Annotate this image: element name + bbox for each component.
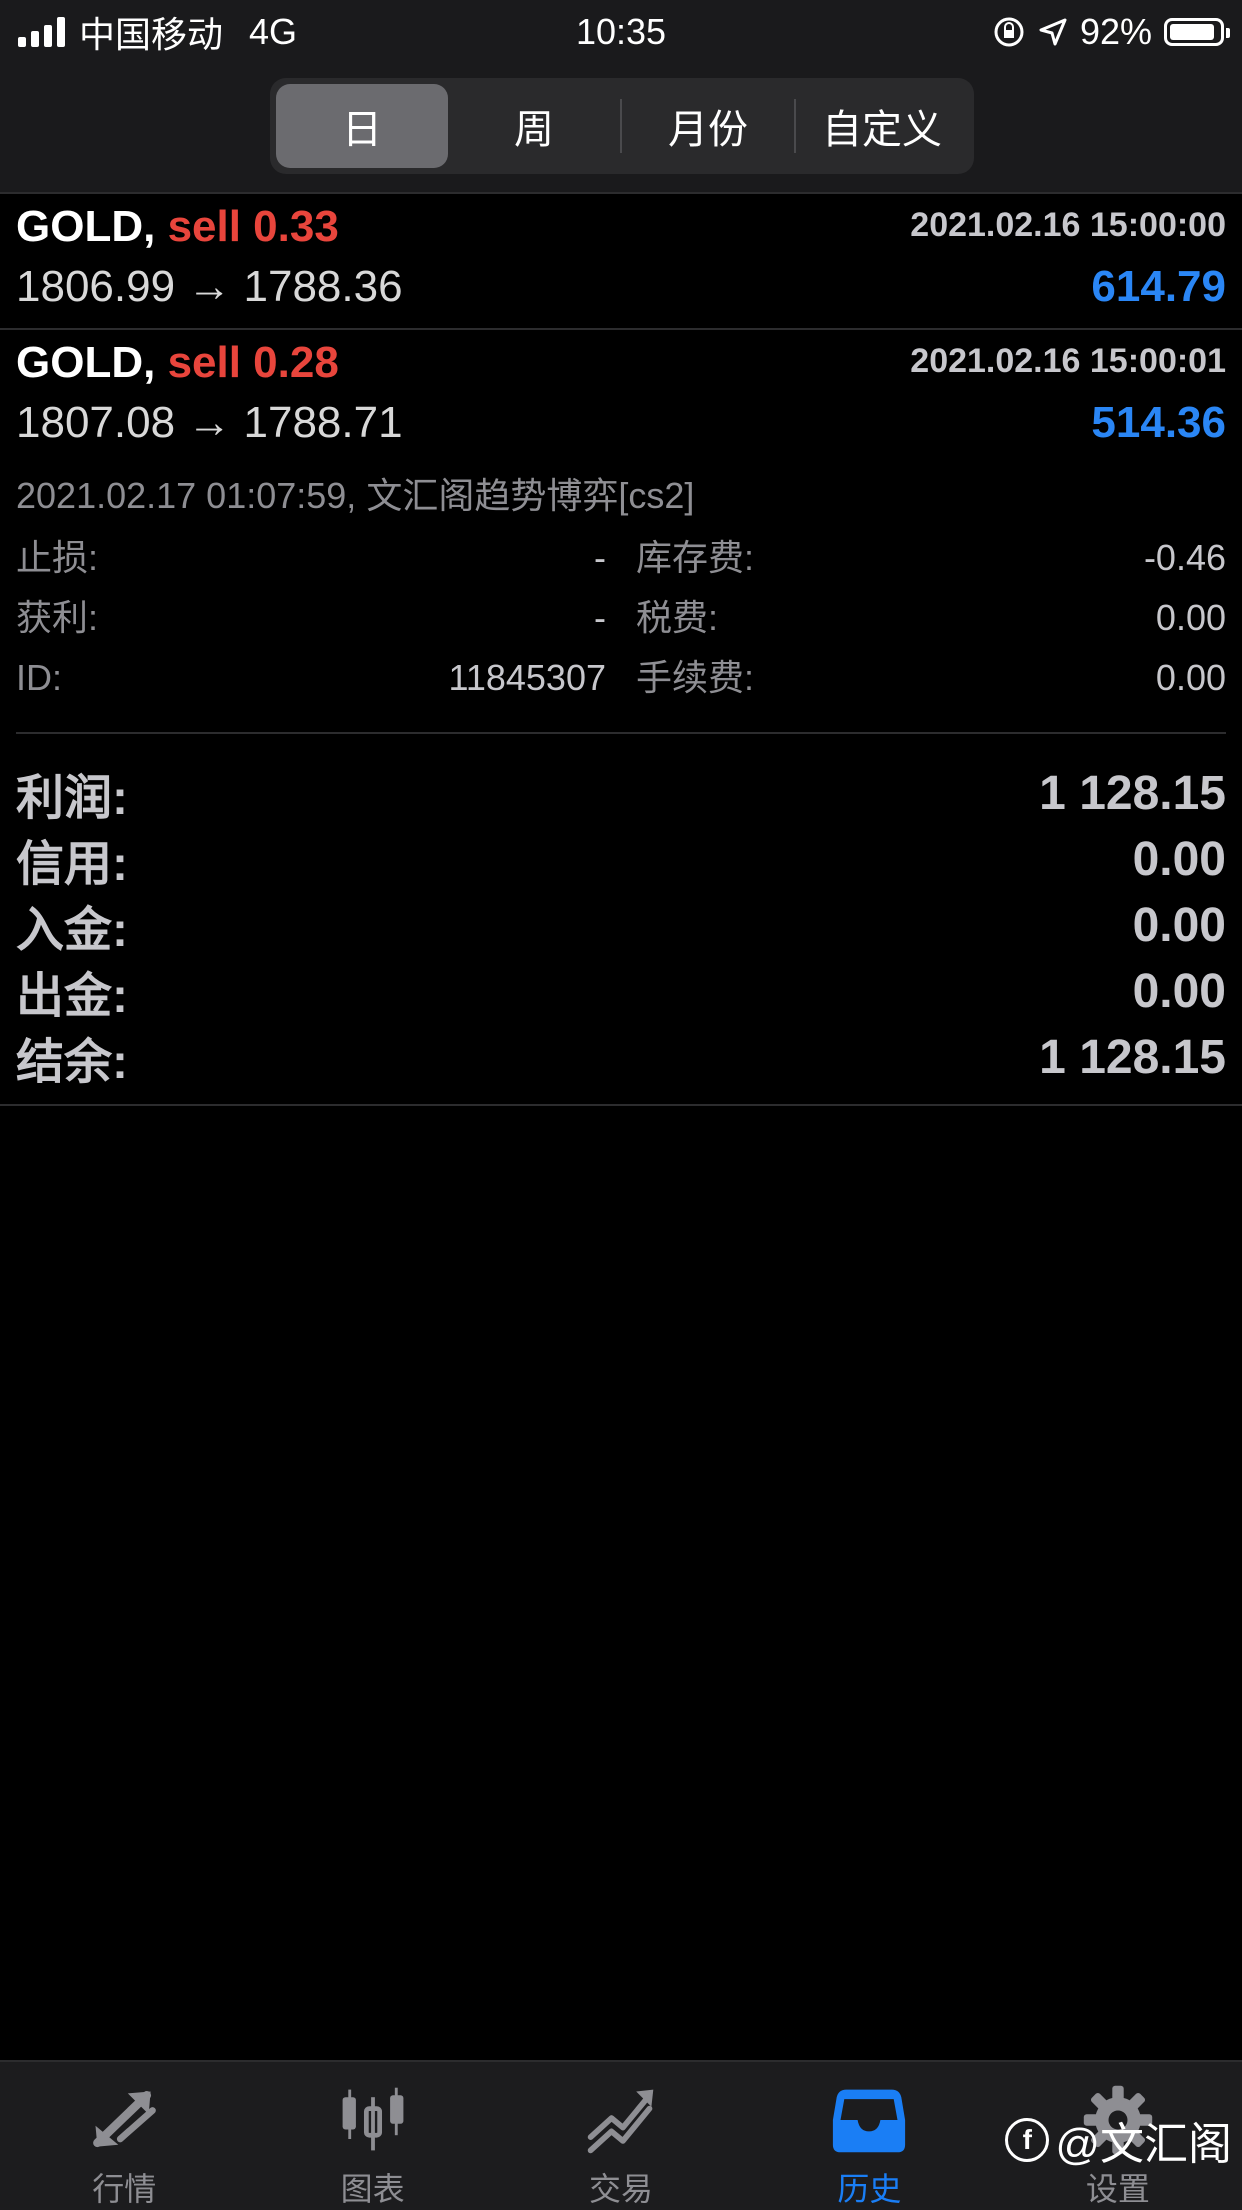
detail-label: ID: [16,657,63,698]
summary-label: 利润: [16,772,128,825]
segment-day[interactable]: 日 [276,84,448,168]
location-arrow-icon [1039,18,1067,46]
symbol-name: GOLD, [16,338,156,387]
summary-label: 出金: [16,970,128,1023]
trade-details: 2021.02.17 01:07:59, 文汇阁趋势博弈[cs2] 止损: - … [0,464,1242,708]
tab-trade[interactable]: 交易 [497,2062,745,2210]
summary-withdrawal: 出金: 0.00 [0,958,1242,1024]
summary-credit: 信用: 0.00 [0,826,1242,892]
candlestick-chart-icon [342,2087,404,2151]
tab-history[interactable]: 历史 [745,2062,993,2210]
trade-detail-grid: 止损: - 库存费: -0.46 获利: - 税费: 0.00 ID: 1184… [16,528,1226,708]
watermark-text: @文汇阁 [1055,2120,1232,2169]
detail-label: 税费: [636,597,719,638]
detail-value: 11845307 [448,657,607,698]
detail-value: 0.00 [1155,597,1226,638]
divider [16,732,1226,734]
detail-id: ID: 11845307 [16,648,606,708]
detail-swap: 库存费: -0.46 [636,528,1226,588]
summary-label: 入金: [16,904,128,957]
trade-time: 2021.02.16 15:00:00 [910,206,1226,244]
watermark-logo-icon: f [1005,2118,1050,2162]
trade-comment: 2021.02.17 01:07:59, 文汇阁趋势博弈[cs2] [16,475,695,516]
trade-symbol: GOLD, sell 0.33 [16,202,339,252]
summary-balance: 结余: 1 128.15 [0,1024,1242,1090]
quotes-arrows-icon [93,2091,157,2148]
trade-side: sell 0.28 [167,338,339,387]
watermark: f @文汇阁 [1005,2108,1232,2172]
battery-level [1170,24,1214,40]
detail-tax: 税费: 0.00 [636,588,1226,648]
summary-value: 1 128.15 [1039,766,1226,820]
summary-value: 1 128.15 [1039,1030,1226,1084]
trade-line-icon [587,2089,654,2154]
trade-side: sell 0.33 [167,202,339,251]
account-summary: 利润: 1 128.15 信用: 0.00 入金: 0.00 出金: 0.00 … [0,760,1242,1106]
battery-icon [1164,18,1230,46]
detail-label: 库存费: [636,537,755,578]
tab-label: 行情 [92,2171,157,2207]
trade-prices: 1807.08 → 1788.71 [16,398,403,447]
summary-profit: 利润: 1 128.15 [0,760,1242,826]
trade-row-head: GOLD, sell 0.28 2021.02.16 15:00:01 1807… [0,330,1242,464]
trade-profit: 614.79 [1091,262,1226,311]
trade-row-expanded[interactable]: GOLD, sell 0.28 2021.02.16 15:00:01 1807… [0,330,1242,734]
segment-month[interactable]: 月份 [622,84,794,168]
tab-label: 历史 [837,2171,902,2207]
summary-value: 0.00 [1132,964,1226,1018]
trade-profit: 514.36 [1091,398,1226,447]
tab-quotes[interactable]: 行情 [0,2062,248,2210]
tab-chart[interactable]: 图表 [248,2062,496,2210]
detail-value: - [594,597,606,638]
segment-week[interactable]: 周 [448,84,620,168]
summary-label: 结余: [16,1036,128,1089]
detail-label: 获利: [16,597,99,638]
trade-row[interactable]: GOLD, sell 0.33 2021.02.16 15:00:00 1806… [0,194,1242,330]
trade-time: 2021.02.16 15:00:01 [910,342,1226,380]
trade-prices: 1806.99 → 1788.36 [16,262,403,311]
summary-deposit: 入金: 0.00 [0,892,1242,958]
period-header: 日 周 月份 自定义 [0,64,1242,194]
summary-label: 信用: [16,838,128,891]
detail-commission: 手续费: 0.00 [636,648,1226,708]
detail-value: 0.00 [1155,657,1226,698]
segment-custom[interactable]: 自定义 [796,84,968,168]
symbol-name: GOLD, [16,202,156,251]
period-segmented-control: 日 周 月份 自定义 [270,78,974,174]
detail-value: -0.46 [1143,537,1226,578]
battery-tip [1226,28,1230,38]
battery-percent: 92% [1079,11,1152,52]
status-bar: 中国移动 4G 10:35 92% [0,0,1242,64]
detail-value: - [594,537,606,578]
history-list: GOLD, sell 0.33 2021.02.16 15:00:00 1806… [0,194,1242,734]
tab-label: 交易 [589,2171,654,2207]
status-right: 92% [992,8,1230,56]
detail-stop-loss: 止损: - [16,528,606,588]
history-inbox-icon [833,2089,906,2153]
detail-label: 止损: [16,537,99,578]
rotation-lock-icon [994,17,1024,47]
summary-value: 0.00 [1132,832,1226,886]
summary-value: 0.00 [1132,898,1226,952]
tab-label: 图表 [340,2171,405,2207]
detail-label: 手续费: [636,657,755,698]
trade-symbol: GOLD, sell 0.28 [16,338,339,388]
detail-take-profit: 获利: - [16,588,606,648]
